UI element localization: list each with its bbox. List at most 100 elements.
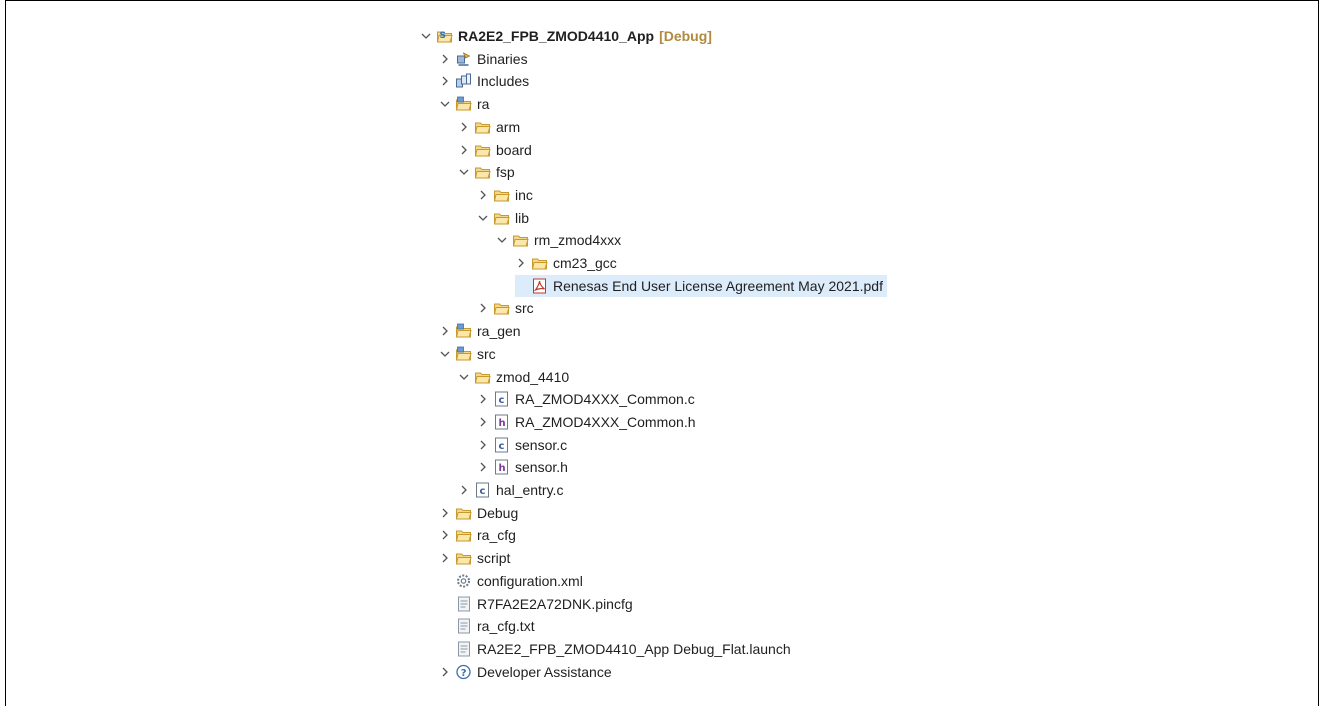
svg-text:c: c	[480, 486, 486, 497]
tree-item-label: Binaries	[477, 50, 528, 67]
folder-icon	[455, 553, 472, 565]
folder-icon	[474, 145, 491, 156]
tree-item[interactable]: ra_cfg	[439, 524, 516, 546]
tree-item[interactable]: c hal_entry.c	[458, 479, 563, 501]
tree-item[interactable]: h RA_ZMOD4XXX_Common.h	[477, 411, 696, 433]
tree-item[interactable]: c RA_ZMOD4XXX_Common.c	[477, 388, 695, 410]
includes-icon	[456, 73, 471, 88]
folder-icon	[493, 303, 510, 315]
tree-item-label: zmod_4410	[496, 368, 570, 385]
text-file-icon	[458, 641, 470, 657]
tree-item[interactable]: ? Developer Assistance	[439, 661, 612, 683]
tree-item-label: Renesas End User License Agreement May 2…	[553, 277, 883, 294]
svg-text:h: h	[499, 463, 506, 474]
tree-item[interactable]: c sensor.c	[477, 434, 567, 456]
c-file-icon: c	[476, 482, 489, 498]
tree-item[interactable]: configuration.xml	[439, 570, 583, 592]
tree-item-label: ra_cfg	[477, 527, 516, 544]
tree-item-label: RA_ZMOD4XXX_Common.c	[515, 391, 695, 408]
svg-text:S: S	[440, 31, 446, 41]
text-file-icon	[458, 596, 470, 611]
tree-item[interactable]: board	[458, 139, 532, 161]
chevron-down-icon[interactable]	[439, 98, 451, 110]
folder-icon	[474, 122, 491, 134]
tree-item-label: sensor.h	[515, 459, 568, 476]
chevron-right-icon[interactable]	[458, 121, 470, 133]
tree-item[interactable]: h sensor.h	[477, 456, 568, 478]
h-file-icon: h	[495, 459, 508, 475]
project-explorer-panel: S RA2E2_FPB_ZMOD4410_App [Debug] Binaries In…	[5, 0, 1319, 706]
folder-icon	[512, 235, 529, 247]
chevron-down-icon[interactable]	[458, 371, 470, 383]
chevron-right-icon[interactable]	[477, 439, 489, 451]
chevron-right-icon[interactable]	[515, 257, 527, 269]
chevron-right-icon[interactable]	[439, 552, 451, 564]
tree-item[interactable]: Includes	[439, 70, 529, 92]
tree-item[interactable]: rm_zmod4xxx	[496, 229, 621, 251]
tree-item-label: ra_cfg.txt	[477, 618, 535, 635]
tree-item-label: Developer Assistance	[477, 663, 612, 680]
source-folder-icon	[455, 323, 472, 338]
tree-item-label: R7FA2E2A72DNK.pincfg	[477, 595, 633, 612]
text-file-icon	[458, 618, 470, 634]
folder-icon	[455, 530, 472, 542]
svg-text:h: h	[499, 418, 506, 429]
svg-text:?: ?	[461, 668, 467, 679]
tree-item[interactable]: inc	[477, 184, 533, 206]
tree-item[interactable]: zmod_4410	[458, 366, 569, 388]
h-file-icon: h	[495, 414, 508, 430]
tree-item[interactable]: RA2E2_FPB_ZMOD4410_App Debug_Flat.launch	[439, 638, 791, 660]
chevron-down-icon[interactable]	[496, 234, 508, 246]
tree-item-label: RA2E2_FPB_ZMOD4410_App Debug_Flat.launch	[477, 640, 791, 657]
svg-text:c: c	[499, 395, 505, 406]
source-folder-icon	[455, 96, 472, 111]
tree-item[interactable]: lib	[477, 207, 529, 229]
c-file-icon: c	[495, 391, 508, 407]
chevron-right-icon[interactable]	[477, 189, 489, 201]
chevron-right-icon[interactable]	[439, 325, 451, 337]
chevron-right-icon[interactable]	[477, 393, 489, 405]
tree-item-label: Includes	[477, 73, 530, 90]
folder-icon	[474, 167, 491, 179]
chevron-down-icon[interactable]	[420, 30, 432, 42]
tree-item[interactable]: Binaries	[439, 48, 528, 70]
tree-item-label: RA_ZMOD4XXX_Common.h	[515, 413, 696, 430]
tree-item[interactable]: fsp	[458, 161, 515, 183]
tree-item[interactable]: ra	[439, 93, 489, 115]
tree-item[interactable]: S RA2E2_FPB_ZMOD4410_App [Debug]	[420, 25, 712, 47]
chevron-right-icon[interactable]	[477, 461, 489, 473]
tree-item[interactable]: Debug	[439, 502, 518, 524]
chevron-down-icon[interactable]	[458, 166, 470, 178]
tree-item[interactable]: ra_gen	[439, 320, 521, 342]
chevron-right-icon[interactable]	[439, 507, 451, 519]
chevron-right-icon[interactable]	[477, 302, 489, 314]
tree-item[interactable]: cm23_gcc	[515, 252, 617, 274]
tree-item-label: fsp	[496, 164, 515, 181]
tree-item-label: RA2E2_FPB_ZMOD4410_App	[458, 28, 655, 44]
tree-item[interactable]: ra_cfg.txt	[439, 615, 535, 637]
help-icon: ?	[456, 664, 471, 679]
tree-item-label: hal_entry.c	[496, 482, 564, 498]
tree-item-label: lib	[515, 209, 530, 226]
tree-item[interactable]: Renesas End User License Agreement May 2…	[515, 274, 887, 297]
tree-item-label: rm_zmod4xxx	[534, 232, 622, 249]
tree-item-label: Debug	[477, 504, 519, 521]
chevron-right-icon[interactable]	[439, 53, 451, 65]
tree-item[interactable]: arm	[458, 116, 520, 138]
tree-item[interactable]: R7FA2E2A72DNK.pincfg	[439, 593, 633, 615]
tree-item[interactable]: src	[477, 297, 534, 319]
chevron-down-icon[interactable]	[477, 212, 489, 224]
tree-item[interactable]: script	[439, 547, 510, 569]
chevron-right-icon[interactable]	[458, 484, 470, 496]
folder-icon	[493, 190, 510, 202]
chevron-right-icon[interactable]	[458, 144, 470, 156]
chevron-right-icon[interactable]	[439, 529, 451, 541]
folder-icon	[474, 372, 491, 383]
chevron-right-icon[interactable]	[439, 75, 451, 87]
chevron-right-icon[interactable]	[439, 666, 451, 678]
chevron-right-icon[interactable]	[477, 416, 489, 428]
folder-icon	[493, 213, 510, 225]
chevron-down-icon[interactable]	[439, 348, 451, 360]
tree-item[interactable]: src	[439, 343, 496, 365]
build-config-badge: [Debug]	[659, 28, 712, 44]
